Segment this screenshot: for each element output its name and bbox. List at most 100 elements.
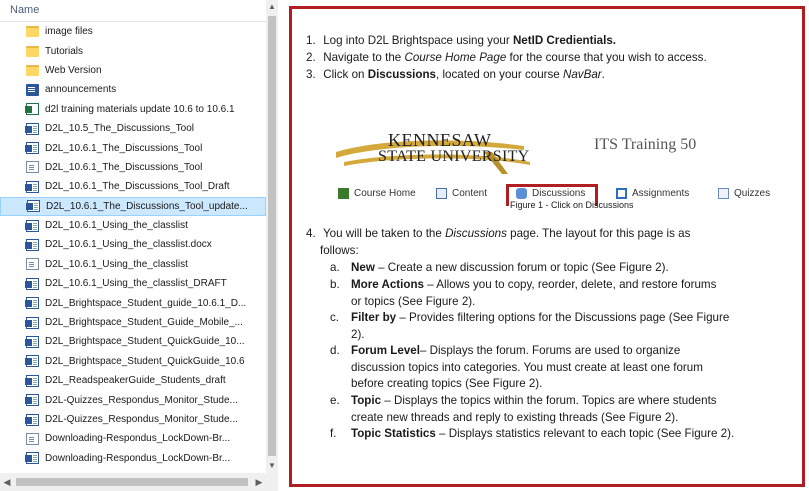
nav-content[interactable]: Content <box>436 188 487 199</box>
name-column-header[interactable]: Name <box>0 0 266 22</box>
document-icon <box>26 432 39 445</box>
file-item[interactable]: D2L_Brightspace_Student_guide_10.6.1_D..… <box>0 293 266 312</box>
file-name: D2L_Brightspace_Student_Guide_Mobile_... <box>45 317 243 329</box>
file-name: Downloading-Respondus_LockDown-Br... <box>45 433 231 445</box>
file-item[interactable]: D2L_10.6.1_The_Discussions_Tool <box>0 158 266 177</box>
item-line: before creating topics (See Figure 2). <box>351 376 802 393</box>
item-line: Topic Statistics – Displays statistics r… <box>351 426 802 443</box>
item-text: – Displays the forum. Forums are used to… <box>419 344 681 357</box>
file-item[interactable]: Downloading-Respondus_LockDown-Br... <box>0 449 266 468</box>
file-item[interactable]: D2L_10.6.1_Using_the_classlist_DRAFT <box>0 274 266 293</box>
figure-1-caption: Figure 1 - Click on Discussions <box>510 200 634 210</box>
step-3: 3. Click on Discussions, located on your… <box>306 68 605 81</box>
horizontal-scroll-thumb[interactable] <box>16 478 248 486</box>
word-doc-icon <box>25 238 39 251</box>
file-item[interactable]: D2L_10.5_The_Discussions_Tool <box>0 119 266 138</box>
file-item[interactable]: D2L_Brightspace_Student_Guide_Mobile_... <box>0 313 266 332</box>
file-name: Downloading-Respondus_LockDown-Br... <box>45 452 231 464</box>
scroll-up-arrow-icon[interactable]: ▲ <box>266 0 278 14</box>
word-doc-icon <box>25 394 39 407</box>
file-item[interactable]: D2L_10.6.1_The_Discussions_Tool_Draft <box>0 177 266 196</box>
file-name: D2L_Brightspace_Student_guide_10.6.1_D..… <box>45 297 247 309</box>
file-name: D2L_Brightspace_Student_QuickGuide_10.6 <box>45 355 245 367</box>
folder-item[interactable]: Web Version <box>0 61 266 80</box>
quizzes-icon <box>718 188 729 199</box>
step-4: 4. You will be taken to the Discussions … <box>306 227 691 240</box>
item-line: Topic – Displays the topics within the f… <box>351 393 802 410</box>
file-item[interactable]: D2L-Quizzes_Respondus_Monitor_Stude... <box>0 410 266 429</box>
file-name: image files <box>45 26 93 38</box>
logo-line-2: STATE UNIVERSITY <box>378 148 530 165</box>
item-text: before creating topics (See Figure 2). <box>351 377 543 390</box>
assignments-icon <box>616 188 627 199</box>
file-name: announcements <box>45 84 117 96</box>
item-letter: d. <box>330 344 340 357</box>
item-term: More Actions <box>351 278 425 291</box>
item-text: discussion topics into categories. You m… <box>351 360 703 374</box>
file-item[interactable]: D2L_10.6.1_Using_the_classlist <box>0 255 266 274</box>
nav-course-home[interactable]: Course Home <box>338 188 416 199</box>
word-doc-icon <box>25 180 39 193</box>
file-item[interactable]: D2L_10.6.1_Using_the_classlist.docx <box>0 235 266 254</box>
document-icon <box>26 161 39 174</box>
word-doc-icon <box>26 200 40 213</box>
word-doc-icon <box>25 355 39 368</box>
file-name: D2L_Brightspace_Student_QuickGuide_10... <box>45 336 245 348</box>
item-line: Forum Level– Displays the forum. Forums … <box>351 343 802 360</box>
file-item[interactable]: D2L_Brightspace_Student_QuickGuide_10.6 <box>0 352 266 371</box>
file-item[interactable]: announcements <box>0 80 266 99</box>
horizontal-scrollbar[interactable]: ◀ ▶ <box>0 473 266 491</box>
folder-item[interactable]: image files <box>0 22 266 41</box>
item-text: – Create a new discussion forum or topic… <box>374 261 669 274</box>
file-item[interactable]: d2l training materials update 10.6 to 10… <box>0 100 266 119</box>
folder-icon <box>26 64 39 76</box>
item-letter: e. <box>330 394 340 407</box>
document-icon <box>26 258 39 271</box>
scroll-left-arrow-icon[interactable]: ◀ <box>0 473 14 491</box>
word-doc-icon <box>25 142 39 155</box>
word-doc-icon <box>25 297 39 310</box>
word-doc-icon <box>25 374 39 387</box>
item-text: create new threads and reply to existing… <box>351 410 679 424</box>
step-2: 2. Navigate to the Course Home Page for … <box>306 51 707 64</box>
vertical-scroll-thumb[interactable] <box>268 16 276 456</box>
file-item[interactable]: D2L_Brightspace_Student_QuickGuide_10... <box>0 332 266 351</box>
file-item[interactable]: D2L_10.6.1_The_Discussions_Tool_update..… <box>0 196 266 216</box>
file-name: D2L_10.6.1_The_Discussions_Tool <box>45 142 203 154</box>
file-name: Tutorials <box>45 45 83 57</box>
item-term: Topic Statistics <box>351 427 436 440</box>
content-book-icon <box>436 188 447 199</box>
file-item[interactable]: D2L_10.6.1_Using_the_classlist <box>0 216 266 235</box>
document-preview: 1. Log into D2L Brightspace using your N… <box>289 6 805 487</box>
scroll-right-arrow-icon[interactable]: ▶ <box>252 473 266 491</box>
file-name: Web Version <box>45 64 102 76</box>
word-doc-icon <box>25 122 39 135</box>
file-item[interactable]: D2L_10.6.1_The_Discussions_Tool <box>0 138 266 157</box>
file-item[interactable]: D2L_ReadspeakerGuide_Students_draft <box>0 371 266 390</box>
word-doc-icon <box>25 452 39 465</box>
nav-quizzes[interactable]: Quizzes <box>718 188 770 199</box>
item-text: – Allows you to copy, reorder, delete, a… <box>424 278 717 291</box>
file-item[interactable]: Downloading-Respondus_LockDown-Br... <box>0 429 266 448</box>
file-item[interactable]: D2L-Quizzes_Respondus_Monitor_Stude... <box>0 390 266 409</box>
item-letter: c. <box>330 311 340 324</box>
scroll-down-arrow-icon[interactable]: ▼ <box>266 459 278 473</box>
word-doc-icon <box>25 413 39 426</box>
item-line: New – Create a new discussion forum or t… <box>351 260 802 277</box>
excel-icon <box>25 103 39 116</box>
file-name: D2L_10.6.1_Using_the_classlist.docx <box>45 239 212 251</box>
folder-icon <box>26 45 39 57</box>
vertical-scrollbar[interactable]: ▲ ▼ <box>266 0 278 473</box>
item-line: discussion topics into categories. You m… <box>351 360 802 377</box>
file-name: D2L_ReadspeakerGuide_Students_draft <box>45 375 226 387</box>
item-text: 2). <box>351 327 365 341</box>
file-list: image files Tutorials Web Version announcem… <box>0 22 266 473</box>
item-text: – Displays the topics within the forum. … <box>381 394 717 407</box>
item-term: Filter by <box>351 311 397 324</box>
scrollbar-corner <box>266 473 278 491</box>
item-line: create new threads and reply to existing… <box>351 410 802 427</box>
nav-assignments[interactable]: Assignments <box>616 188 689 199</box>
file-name: D2L_10.6.1_The_Discussions_Tool_update..… <box>46 200 248 212</box>
ksu-logo: KENNESAW STATE UNIVERSITY <box>334 122 534 178</box>
folder-item[interactable]: Tutorials <box>0 41 266 60</box>
